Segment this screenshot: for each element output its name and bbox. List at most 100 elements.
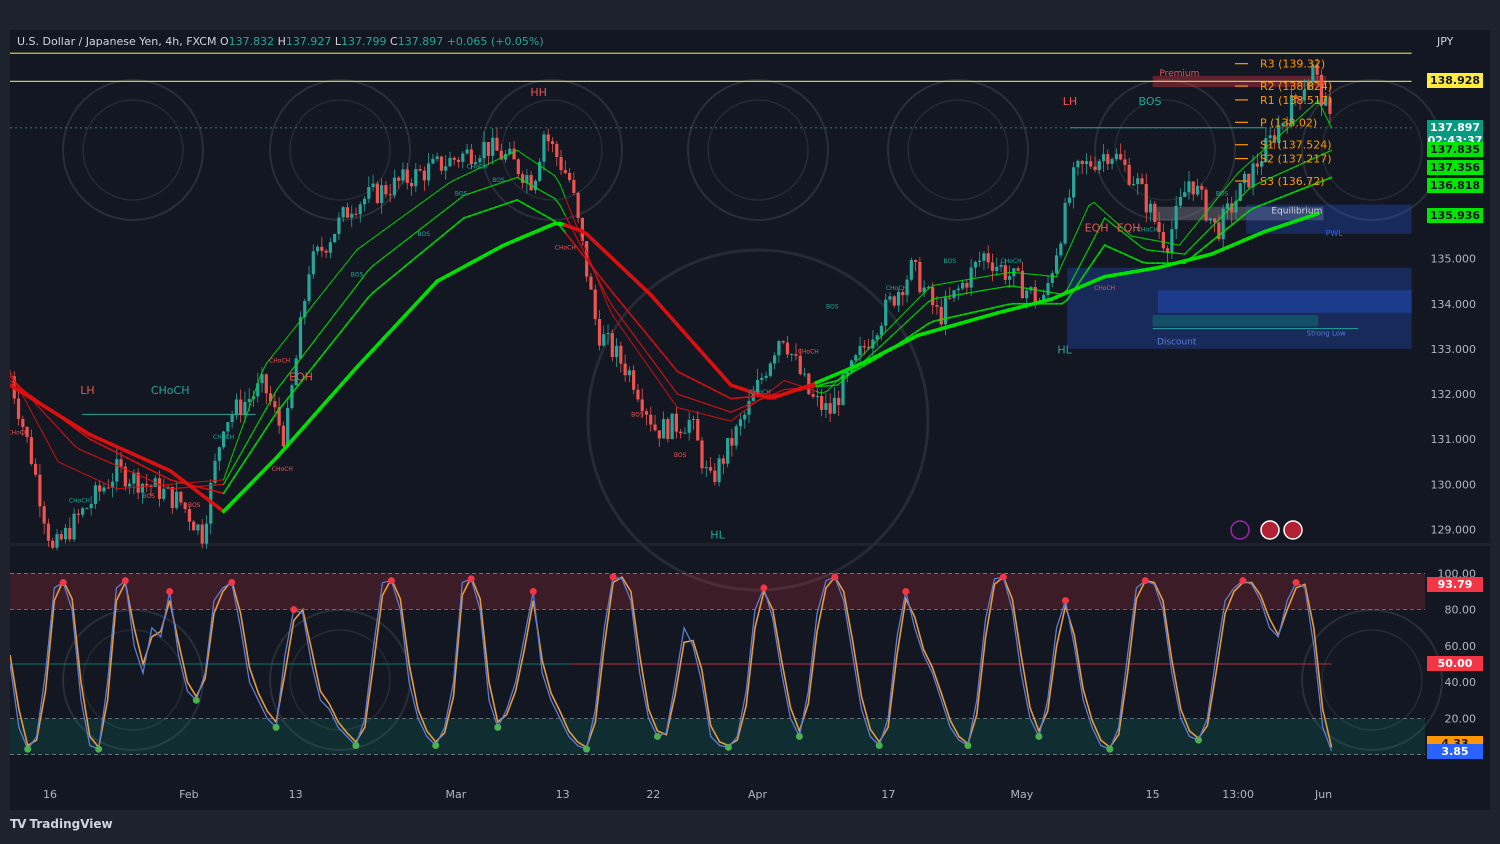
ema-mid-segment <box>270 388 278 400</box>
ema-fast-segment <box>949 281 956 284</box>
ema-fast-segment <box>377 229 385 235</box>
ema-slow-segment <box>398 265 407 272</box>
ema-fast-segment <box>1146 238 1154 241</box>
candle-body <box>29 437 33 464</box>
ema-slow-segment <box>436 234 444 241</box>
currency-label[interactable]: JPY <box>1437 35 1453 48</box>
candle-body <box>1110 159 1114 164</box>
candle-body <box>320 246 324 251</box>
candle-body <box>606 333 610 335</box>
price-axis-tick: 131.000 <box>1431 433 1477 446</box>
candle-body <box>115 459 119 482</box>
ema-mid-segment <box>367 264 374 272</box>
ema-fast-segment <box>324 282 331 291</box>
symbol-name[interactable]: U.S. Dollar / Japanese Yen, 4h, FXCM <box>17 35 216 48</box>
ema-mid-segment <box>917 306 924 313</box>
candle-body <box>230 414 234 423</box>
candle-body <box>636 389 640 400</box>
ema-mid-segment <box>943 295 951 298</box>
ema-fast-segment <box>292 322 299 331</box>
osc-axis-tick: 60.00 <box>1445 640 1477 653</box>
stoch-top-dot <box>1061 597 1069 605</box>
candle-body <box>102 487 106 492</box>
ema-slow-segment <box>249 443 257 454</box>
candle-body <box>661 419 666 439</box>
ema-fast-segment <box>46 441 54 453</box>
ema-fast-segment <box>233 434 241 451</box>
ema-mid-segment <box>1039 290 1047 293</box>
ema-slow-segment <box>1205 240 1213 247</box>
ema-slow-segment <box>260 427 268 438</box>
stoch-top-dot <box>290 606 298 614</box>
ema-mid-segment <box>1280 170 1287 174</box>
candle-body <box>516 159 520 175</box>
ema-fast-segment <box>356 245 363 251</box>
stoch-bottom-dot <box>795 732 803 740</box>
structure-tag: BOS <box>418 231 431 238</box>
ema-mid-segment <box>938 296 946 299</box>
ema-fast-segment <box>655 376 662 386</box>
ema-fast-segment <box>719 417 727 421</box>
symbol-header: U.S. Dollar / Japanese Yen, 4h, FXCM O13… <box>17 35 544 48</box>
ema-fast-segment <box>1088 201 1095 207</box>
ema-fast-segment <box>911 298 919 306</box>
candle-body <box>879 325 884 336</box>
ema-fast-segment <box>1013 271 1020 274</box>
candle-body <box>1114 154 1118 160</box>
candle-body <box>931 287 935 306</box>
tradingview-brand[interactable]: TV TradingView <box>10 817 113 831</box>
ema-mid-segment <box>708 404 716 408</box>
candle-body <box>1059 243 1063 256</box>
candle-body <box>999 265 1003 267</box>
watermark-seal-icon <box>289 99 391 201</box>
candle-body <box>649 414 653 425</box>
ema-mid-segment <box>714 406 721 410</box>
candle-body <box>550 141 555 144</box>
ema-mid-segment <box>687 397 695 401</box>
ema-fast-segment <box>468 169 476 174</box>
chart-canvas[interactable]: LH CHoCHEQHHHHLLH BOSEQH EQHHLPremiumEquili… <box>10 30 1490 810</box>
stoch-bottom-dot <box>964 742 972 750</box>
ema-mid-segment <box>1184 248 1191 255</box>
pivot-label: P (138.02) <box>1260 116 1317 129</box>
ema-fast-segment <box>1093 201 1100 208</box>
candle-body <box>708 467 713 471</box>
candle-body <box>969 267 973 288</box>
ema-slow-segment <box>1061 298 1069 305</box>
candle-body <box>427 163 431 181</box>
ema-fast-segment <box>404 210 412 216</box>
ema-fast-segment <box>431 191 438 197</box>
ema-mid-segment <box>1205 226 1213 234</box>
ema-mid-segment <box>313 333 321 342</box>
candle-body <box>811 394 815 397</box>
ema-mid-segment <box>479 187 486 191</box>
ema-fast-segment <box>425 194 433 200</box>
candle-body <box>572 180 576 193</box>
ema-mid-segment <box>1034 289 1042 292</box>
candle-body <box>1157 221 1161 233</box>
ema-mid-segment <box>655 364 663 374</box>
ema-fast-segment <box>1184 231 1191 240</box>
ema-slow-segment <box>382 278 391 285</box>
ema-fast-segment <box>57 461 64 465</box>
ema-fast-segment <box>933 283 940 286</box>
ema-slow-segment <box>1231 218 1240 226</box>
ema-slow-segment <box>324 344 332 353</box>
ema-fast-segment <box>1072 228 1079 242</box>
pivot-label: S1 (137.524) <box>1260 139 1332 152</box>
candle-body <box>1170 229 1174 253</box>
ema-mid-segment <box>949 294 956 297</box>
candle-body <box>196 524 200 531</box>
ema-mid-segment <box>441 207 449 213</box>
candle-body <box>760 377 764 380</box>
candle-body <box>367 187 371 199</box>
ema-mid-segment <box>244 436 251 448</box>
stoch-top-dot <box>1141 577 1149 585</box>
candle-body <box>469 149 473 165</box>
ema-slow-segment <box>1087 259 1095 270</box>
candle-body <box>948 297 952 299</box>
structure-tag: CHoCH <box>10 430 29 437</box>
candle-body <box>986 253 990 263</box>
time-axis-tick: 16 <box>43 788 57 801</box>
ema-mid-segment <box>84 451 91 455</box>
